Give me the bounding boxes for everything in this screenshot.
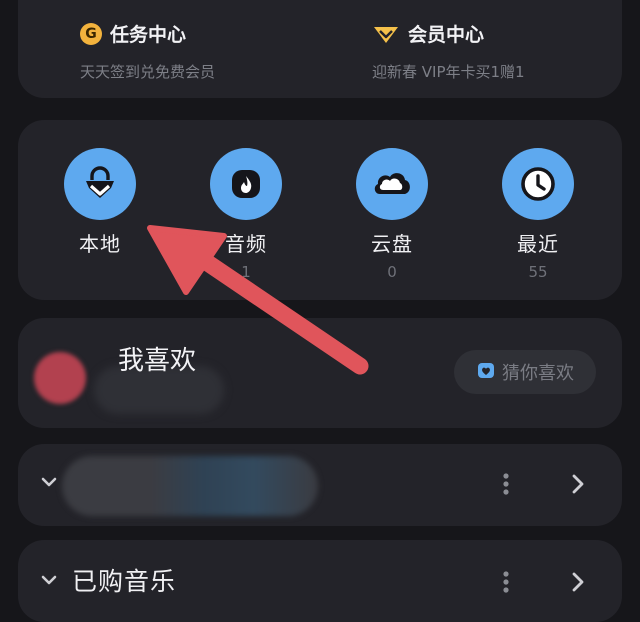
favorites-cover-image <box>34 352 86 404</box>
chevron-down-icon[interactable] <box>40 572 58 591</box>
quick-entry-label: 本地 <box>79 232 121 256</box>
purchased-music-section[interactable]: 已购音乐 <box>18 540 622 622</box>
quick-entry-count: 0 <box>387 263 397 281</box>
vip-center-title: 会员中心 <box>408 24 485 46</box>
favorites-title: 我喜欢 <box>118 346 197 376</box>
playlist-section[interactable] <box>18 444 622 526</box>
blurred-playlist-name <box>62 456 318 516</box>
vip-center-entry[interactable]: 会员中心 迎新春 VIP年卡买1赠1 <box>372 20 525 82</box>
quick-entry-recent[interactable]: 最近 55 <box>478 148 598 281</box>
guess-you-like-button[interactable]: 猜你喜欢 <box>454 350 596 394</box>
more-options-icon[interactable] <box>500 470 512 502</box>
task-center-subtitle: 天天签到兑免费会员 <box>80 63 216 81</box>
quick-entry-local[interactable]: 本地 <box>40 148 160 281</box>
vip-center-subtitle: 迎新春 VIP年卡买1赠1 <box>372 63 525 81</box>
g-coin-icon: G <box>80 22 102 45</box>
chevron-right-icon[interactable] <box>570 570 586 598</box>
quick-entry-cloud[interactable]: 云盘 0 <box>332 148 452 281</box>
chevron-right-icon[interactable] <box>570 472 586 500</box>
audio-flame-icon <box>210 148 282 220</box>
vip-diamond-icon <box>372 24 400 44</box>
guess-you-like-label: 猜你喜欢 <box>502 363 574 384</box>
purchased-music-title: 已购音乐 <box>72 567 177 596</box>
promo-card: G 任务中心 天天签到兑免费会员 会员中心 迎新春 VIP年卡买1赠1 <box>18 0 622 98</box>
task-center-title: 任务中心 <box>110 24 187 46</box>
heart-box-icon <box>476 360 496 385</box>
quick-entry-label: 最近 <box>517 232 559 256</box>
local-music-icon <box>64 148 136 220</box>
quick-entry-count: 1 <box>241 263 251 281</box>
quick-entry-count <box>40 263 160 281</box>
favorites-card[interactable]: 我喜欢 猜你喜欢 <box>18 318 622 428</box>
quick-entry-audio[interactable]: 音频 1 <box>186 148 306 281</box>
clock-icon <box>502 148 574 220</box>
quick-entry-label: 音频 <box>225 232 267 256</box>
quick-entry-label: 云盘 <box>371 232 413 256</box>
cloud-disk-icon <box>356 148 428 220</box>
task-center-entry[interactable]: G 任务中心 天天签到兑免费会员 <box>80 20 215 82</box>
quick-entry-card: 本地 音频 1 云盘 0 最近 55 <box>18 120 622 300</box>
quick-entry-count: 55 <box>528 263 548 281</box>
more-options-icon[interactable] <box>500 568 512 600</box>
chevron-down-icon[interactable] <box>40 474 58 493</box>
